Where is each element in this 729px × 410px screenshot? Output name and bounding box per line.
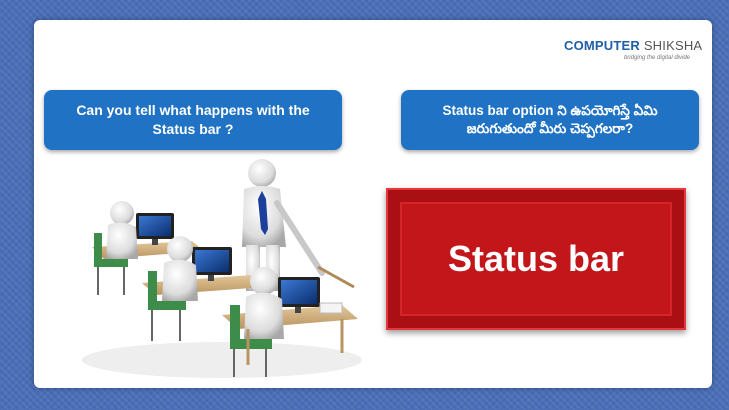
classroom-computers-illustration xyxy=(82,159,362,378)
slide: COMPUTER SHIKSHA bridging the digital di… xyxy=(34,20,712,388)
logo-tagline: bridging the digital divide xyxy=(623,55,690,61)
logo-text: COMPUTER SHIKSHA xyxy=(564,38,702,53)
question-english-line2: Status bar ? xyxy=(152,121,234,137)
logo-brand-part2: SHIKSHA xyxy=(643,38,703,53)
question-telugu-box: Status bar option ని ఉపయోగిస్తే ఏమి జరుగ… xyxy=(401,90,699,150)
status-bar-label: Status bar xyxy=(447,238,625,279)
question-english-line1: Can you tell what happens with the xyxy=(76,102,310,119)
question-english-box: Can you tell what happens with the Statu… xyxy=(44,90,342,150)
logo-brand-part1: COMPUTER xyxy=(564,38,640,53)
question-telugu-line2: జరుగుతుందో మీరు చెప్పగలరా? xyxy=(466,121,634,136)
question-telugu-line1: Status bar option ని ఉపయోగిస్తే ఏమి xyxy=(442,102,658,118)
computer-shiksha-logo: COMPUTER SHIKSHA bridging the digital di… xyxy=(564,34,702,68)
status-bar-highlight-button: Status bar xyxy=(386,188,686,330)
